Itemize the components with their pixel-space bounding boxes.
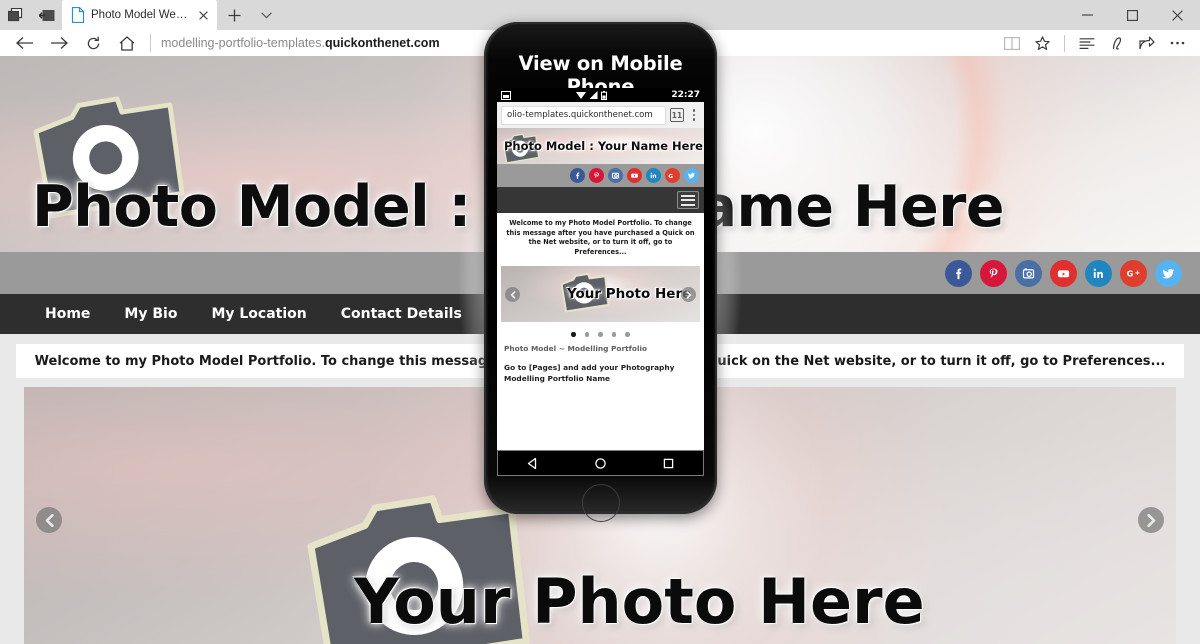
social-icon-instagram[interactable]	[608, 168, 623, 183]
mobile-address-input[interactable]: olio-templates.quickonthenet.com	[501, 105, 666, 125]
mobile-site-banner: Photo Model : Your Name Here	[497, 128, 704, 164]
svg-text:G: G	[668, 174, 673, 180]
slideshow-prev-button[interactable]	[36, 507, 62, 533]
carousel-dots	[497, 322, 704, 344]
android-navigation-bar	[497, 450, 704, 476]
social-icon-twitter[interactable]	[1155, 259, 1182, 287]
forward-arrow-icon[interactable]	[42, 30, 76, 56]
android-status-bar: 22:27	[497, 88, 704, 102]
social-icon-pinterest[interactable]	[980, 259, 1007, 287]
nav-item-contact-details[interactable]: Contact Details	[324, 306, 479, 322]
notification-icon	[501, 90, 511, 100]
address-domain: quickonthenet.com	[324, 36, 440, 50]
social-icon-twitter[interactable]	[684, 168, 699, 183]
close-icon[interactable]	[1155, 0, 1200, 30]
back-triangle-icon[interactable]	[526, 457, 539, 470]
wifi-icon	[575, 92, 586, 99]
mobile-tab-count-button[interactable]: 11	[670, 108, 684, 122]
slideshow-next-button[interactable]	[1138, 507, 1164, 533]
mobile-slideshow-caption: Your Photo Here	[567, 286, 692, 303]
more-icon[interactable]	[1162, 30, 1192, 56]
svg-text:+: +	[1134, 268, 1140, 276]
hamburger-menu-icon[interactable]	[677, 191, 699, 209]
share-icon[interactable]	[1132, 30, 1162, 56]
mobile-page-hint: Go to [Pages] and add your Photography M…	[497, 361, 704, 390]
window-controls	[1065, 0, 1200, 30]
social-icon-linkedin[interactable]	[1085, 259, 1112, 287]
mobile-banner-title: Photo Model : Your Name Here	[504, 139, 703, 153]
battery-icon	[600, 90, 607, 100]
signal-icon	[589, 91, 598, 99]
social-icon-pinterest[interactable]	[589, 168, 604, 183]
tabs-restore-icon[interactable]	[31, 0, 62, 30]
toolbar-divider	[1064, 34, 1065, 52]
mobile-slideshow-next-button[interactable]	[681, 287, 696, 303]
tabs-aside-icon[interactable]	[0, 0, 31, 30]
refresh-icon[interactable]	[76, 30, 110, 56]
browser-tab[interactable]: Photo Model Website ~	[62, 0, 217, 30]
mobile-nav-bar	[497, 187, 704, 213]
nav-item-my-bio[interactable]: My Bio	[107, 306, 194, 322]
screenshot-root: Photo Model : Your Name Here G+	[0, 0, 1200, 644]
slideshow-caption: Your Photo Here	[354, 565, 925, 638]
back-arrow-icon[interactable]	[8, 30, 42, 56]
mobile-preview-title: View on Mobile Phone	[518, 52, 683, 98]
mobile-social-bar: G	[497, 164, 704, 187]
close-icon[interactable]	[195, 7, 211, 23]
home-circle-icon[interactable]	[594, 457, 607, 470]
status-icons-group	[575, 90, 607, 100]
carousel-dot[interactable]	[571, 332, 576, 337]
reading-view-icon[interactable]	[997, 30, 1027, 56]
carousel-dot[interactable]	[584, 332, 590, 337]
carousel-dot[interactable]	[598, 332, 603, 337]
nav-item-my-location[interactable]: My Location	[194, 306, 323, 322]
recents-square-icon[interactable]	[662, 457, 675, 470]
mobile-phone-mockup: View on Mobile Phone 22:27 olio-template…	[484, 22, 717, 522]
mobile-site-subtitle: Photo Model ~ Modelling Portfolio	[497, 343, 704, 362]
carousel-dot[interactable]	[625, 332, 630, 337]
home-icon[interactable]	[110, 30, 144, 56]
star-icon[interactable]	[1027, 30, 1057, 56]
navbar-tools	[997, 30, 1192, 56]
chevron-down-icon[interactable]	[251, 0, 281, 30]
maximize-icon[interactable]	[1110, 0, 1155, 30]
social-icon-facebook[interactable]	[945, 259, 972, 287]
social-icon-linkedin[interactable]	[646, 168, 661, 183]
address-prefix: modelling-portfolio-templates.	[161, 36, 325, 50]
hub-icon[interactable]	[1072, 30, 1102, 56]
svg-text:G: G	[1127, 268, 1134, 278]
social-icon-instagram[interactable]	[1015, 259, 1042, 287]
mobile-welcome-message: Welcome to my Photo Model Portfolio. To …	[497, 213, 704, 265]
social-icon-googleplus[interactable]: G	[665, 168, 680, 183]
status-clock: 22:27	[671, 90, 700, 100]
minimize-icon[interactable]	[1065, 0, 1110, 30]
address-divider	[150, 34, 151, 52]
carousel-dot[interactable]	[611, 332, 617, 337]
nav-item-home[interactable]: Home	[28, 306, 107, 322]
tab-title: Photo Model Website ~	[91, 9, 189, 21]
mobile-browser-bar: olio-templates.quickonthenet.com 11	[497, 102, 704, 128]
phone-screen: 22:27 olio-templates.quickonthenet.com 1…	[497, 88, 704, 450]
page-favicon-icon	[71, 7, 85, 23]
mobile-photo-slideshow: Your Photo Here	[501, 266, 700, 323]
social-icon-googleplus[interactable]: G +	[1120, 259, 1147, 287]
new-tab-icon[interactable]	[217, 0, 251, 30]
web-note-icon[interactable]	[1102, 30, 1132, 56]
social-icon-youtube[interactable]	[627, 168, 642, 183]
kebab-menu-icon[interactable]	[688, 109, 700, 121]
physical-home-button[interactable]	[581, 484, 620, 522]
mobile-slideshow-prev-button[interactable]	[505, 287, 520, 303]
social-icon-facebook[interactable]	[570, 168, 585, 183]
social-icon-youtube[interactable]	[1050, 259, 1077, 287]
